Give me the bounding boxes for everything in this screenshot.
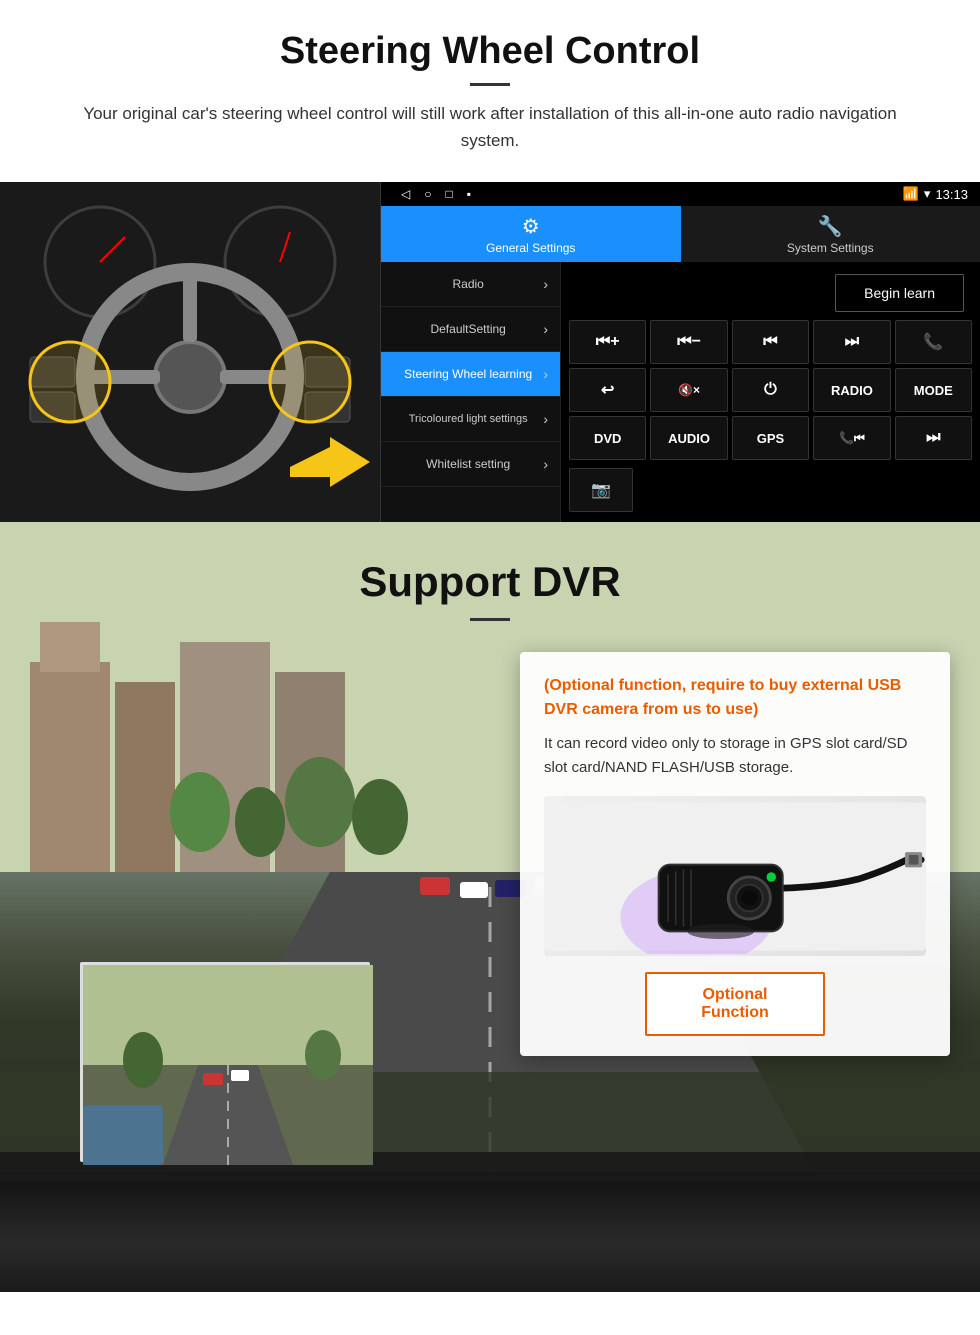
chevron-icon-5: › — [543, 456, 548, 472]
tab-general-label: General Settings — [486, 241, 575, 255]
dvr-title: Support DVR — [0, 558, 980, 606]
ctrl-mode[interactable]: MODE — [895, 368, 972, 412]
system-settings-icon: 🔧 — [818, 214, 843, 239]
dvr-optional-text: (Optional function, require to buy exter… — [544, 674, 926, 722]
ctrl-prev[interactable]: ⏮ — [732, 320, 809, 364]
dvr-thumb-svg — [83, 965, 373, 1165]
control-buttons-grid: ⏮+ ⏮− ⏮ ⏭ 📞 ↩ 🔇× ⏻ RADIO MODE DVD AUDIO … — [569, 320, 972, 460]
ctrl-power[interactable]: ⏻ — [732, 368, 809, 412]
back-nav-icon[interactable]: ◁ — [401, 187, 410, 201]
chevron-icon: › — [543, 276, 548, 292]
tab-system-settings[interactable]: 🔧 System Settings — [681, 206, 980, 262]
title-divider — [470, 83, 510, 86]
android-statusbar: ◁ ○ □ ▪ 📶 ▾ 13:13 — [381, 182, 980, 206]
settings-menu: Radio › DefaultSetting › Steering Wheel … — [381, 262, 561, 522]
ctrl-dvr[interactable]: 📷 — [569, 468, 633, 512]
menu-nav-icon[interactable]: ▪ — [467, 187, 471, 201]
begin-learn-row: Begin learn — [569, 270, 972, 316]
dvr-title-overlay: Support DVR — [0, 522, 980, 621]
ctrl-vol-down[interactable]: ⏮− — [650, 320, 727, 364]
ctrl-radio[interactable]: RADIO — [813, 368, 890, 412]
android-tabs: ⚙ General Settings 🔧 System Settings — [381, 206, 980, 262]
dvr-info-card: (Optional function, require to buy exter… — [520, 652, 950, 1056]
dvr-divider — [470, 618, 510, 621]
android-panel: ◁ ○ □ ▪ 📶 ▾ 13:13 ⚙ General Settings — [380, 182, 980, 522]
steering-ui-wrapper: ◁ ○ □ ▪ 📶 ▾ 13:13 ⚙ General Settings — [0, 182, 980, 522]
menu-item-tricoloured[interactable]: Tricoloured light settings › — [381, 397, 560, 442]
steering-content: Begin learn ⏮+ ⏮− ⏮ ⏭ 📞 ↩ 🔇× ⏻ RADIO MOD… — [561, 262, 980, 522]
signal-icon: 📶 — [903, 186, 919, 202]
ctrl-audio[interactable]: AUDIO — [650, 416, 727, 460]
recent-nav-icon[interactable]: □ — [445, 187, 452, 201]
clock-display: 13:13 — [935, 187, 968, 202]
dvr-description: It can record video only to storage in G… — [544, 732, 926, 780]
ctrl-gps[interactable]: GPS — [732, 416, 809, 460]
chevron-icon-4: › — [543, 411, 548, 427]
menu-item-steering[interactable]: Steering Wheel learning › — [381, 352, 560, 397]
ctrl-next[interactable]: ⏭ — [813, 320, 890, 364]
ctrl-phone[interactable]: 📞 — [895, 320, 972, 364]
dvr-preview-thumbnail — [80, 962, 370, 1162]
steering-wheel-svg — [0, 182, 380, 522]
general-settings-icon: ⚙ — [522, 214, 540, 239]
tab-general-settings[interactable]: ⚙ General Settings — [381, 206, 681, 262]
ctrl-phone-prev[interactable]: 📞⏮ — [813, 416, 890, 460]
android-body: Radio › DefaultSetting › Steering Wheel … — [381, 262, 980, 522]
dvr-section: Support DVR (Optional function, require … — [0, 522, 980, 1292]
menu-item-tricoloured-label: Tricoloured light settings — [393, 413, 543, 425]
ctrl-next-2[interactable]: ⏭ — [895, 416, 972, 460]
tab-system-label: System Settings — [787, 241, 874, 255]
menu-item-radio-label: Radio — [393, 277, 543, 291]
menu-item-default[interactable]: DefaultSetting › — [381, 307, 560, 352]
steering-title-area: Steering Wheel Control Your original car… — [0, 0, 980, 164]
ctrl-mute[interactable]: 🔇× — [650, 368, 727, 412]
dvr-dashboard-overlay — [0, 1172, 980, 1292]
steering-title: Steering Wheel Control — [60, 30, 920, 73]
steering-photo — [0, 182, 380, 522]
ctrl-dvd[interactable]: DVD — [569, 416, 646, 460]
steering-wheel-bg — [0, 182, 380, 522]
menu-item-steering-label: Steering Wheel learning — [393, 367, 543, 381]
menu-item-radio[interactable]: Radio › — [381, 262, 560, 307]
chevron-icon-2: › — [543, 321, 548, 337]
status-icons: 📶 ▾ 13:13 — [903, 186, 968, 202]
ctrl-vol-up[interactable]: ⏮+ — [569, 320, 646, 364]
chevron-icon-3: › — [543, 366, 548, 382]
menu-item-whitelist-label: Whitelist setting — [393, 457, 543, 471]
menu-item-default-label: DefaultSetting — [393, 322, 543, 336]
dvr-camera-image — [544, 796, 926, 956]
dvr-camera-svg — [544, 799, 926, 954]
steering-subtitle: Your original car's steering wheel contr… — [60, 100, 920, 154]
steering-section: Steering Wheel Control Your original car… — [0, 0, 980, 522]
menu-item-whitelist[interactable]: Whitelist setting › — [381, 442, 560, 487]
ctrl-back[interactable]: ↩ — [569, 368, 646, 412]
optional-function-button[interactable]: Optional Function — [645, 972, 825, 1036]
wifi-icon: ▾ — [924, 186, 931, 202]
begin-learn-button[interactable]: Begin learn — [835, 274, 964, 312]
home-nav-icon[interactable]: ○ — [424, 187, 431, 201]
